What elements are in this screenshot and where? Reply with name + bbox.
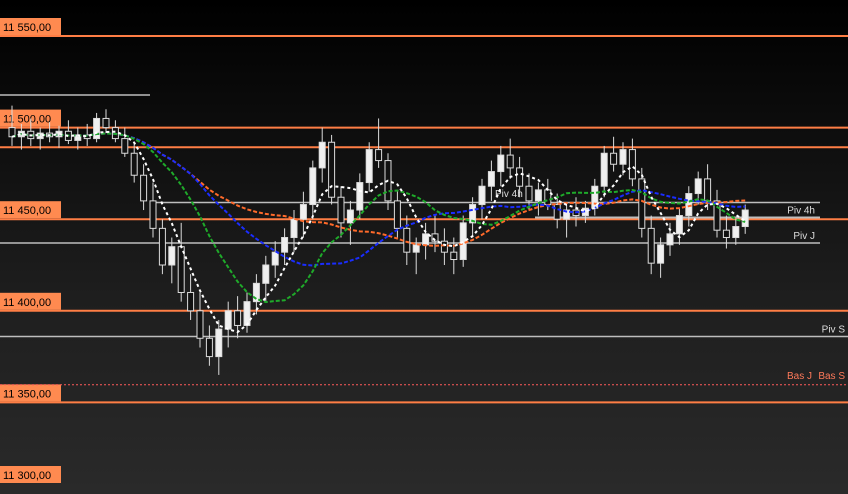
price-axis-label: 11 550,00 <box>3 22 51 34</box>
candle-body <box>309 167 317 206</box>
low-day-label: Bas J <box>787 371 812 382</box>
candle-body <box>337 196 345 224</box>
candle-body <box>168 246 176 266</box>
candle-body <box>158 227 166 266</box>
candle-body <box>346 209 354 224</box>
candle-body <box>271 251 279 266</box>
candle-body <box>628 149 636 180</box>
candle-body <box>281 237 289 253</box>
price-axis-label: 11 500,00 <box>3 114 51 126</box>
candle-body <box>516 167 524 187</box>
candle-body <box>478 185 486 206</box>
pivot-4h-label: Piv 4h <box>787 205 815 216</box>
candle-body <box>234 310 242 326</box>
candle-body <box>121 138 129 154</box>
chart-canvas: 11 550,00 11 500,00 11 450,00 11 400,00 11 3… <box>0 18 848 483</box>
candle-body <box>544 189 552 206</box>
candle-body <box>215 328 223 358</box>
candle-body <box>262 264 270 284</box>
candle-body <box>149 200 157 229</box>
candle-body <box>422 233 430 246</box>
candle-body <box>393 200 401 229</box>
price-axis-label: 11 350,00 <box>3 388 51 400</box>
candle-body <box>459 222 467 261</box>
candle-body <box>140 174 148 202</box>
candle-body <box>102 117 110 129</box>
candle-body <box>722 229 730 239</box>
candle-body <box>534 189 542 202</box>
low-week-label: Bas S <box>818 371 845 382</box>
candle-body <box>365 149 373 184</box>
candle-body <box>647 227 655 264</box>
candle-body <box>497 154 505 173</box>
price-axis-label: 11 300,00 <box>3 470 51 482</box>
candle-body <box>610 152 618 165</box>
candle-body <box>619 149 627 165</box>
pivot-day-label: Piv J <box>793 231 815 242</box>
candle-body <box>741 209 749 228</box>
candle-body <box>440 240 448 253</box>
candle-body <box>290 218 298 239</box>
candle-body <box>328 141 336 198</box>
candle-body <box>375 149 383 162</box>
candle-body <box>506 154 514 169</box>
candle-body <box>553 204 561 220</box>
candle-body <box>675 215 683 235</box>
candle-body <box>487 171 495 187</box>
candle-body <box>694 178 702 195</box>
price-axis-label: 11 450,00 <box>3 205 51 217</box>
pivot-week-label: Piv S <box>822 324 846 335</box>
candle-body <box>318 141 326 169</box>
candle-body <box>130 152 138 176</box>
candle-body <box>403 227 411 253</box>
candle-body <box>299 204 307 220</box>
candle-body <box>638 178 646 229</box>
candlestick-chart: 11 550,00 11 500,00 11 450,00 11 400,00 11 3… <box>0 0 848 494</box>
candle-body <box>704 178 712 202</box>
candle-body <box>412 244 420 253</box>
candle-body <box>243 301 251 326</box>
candle-body <box>657 244 665 264</box>
candle-body <box>196 310 204 339</box>
candle-body <box>187 291 195 312</box>
candle-body <box>666 233 674 246</box>
candle-body <box>450 251 458 261</box>
candle-body <box>525 185 533 202</box>
candle-body <box>732 226 740 239</box>
candle-body <box>356 182 364 211</box>
candle-body <box>600 152 608 187</box>
candle-body <box>224 310 232 330</box>
price-axis-label: 11 400,00 <box>3 297 51 309</box>
candle-body <box>93 117 101 140</box>
candle-body <box>205 337 213 358</box>
candle-body <box>685 193 693 217</box>
